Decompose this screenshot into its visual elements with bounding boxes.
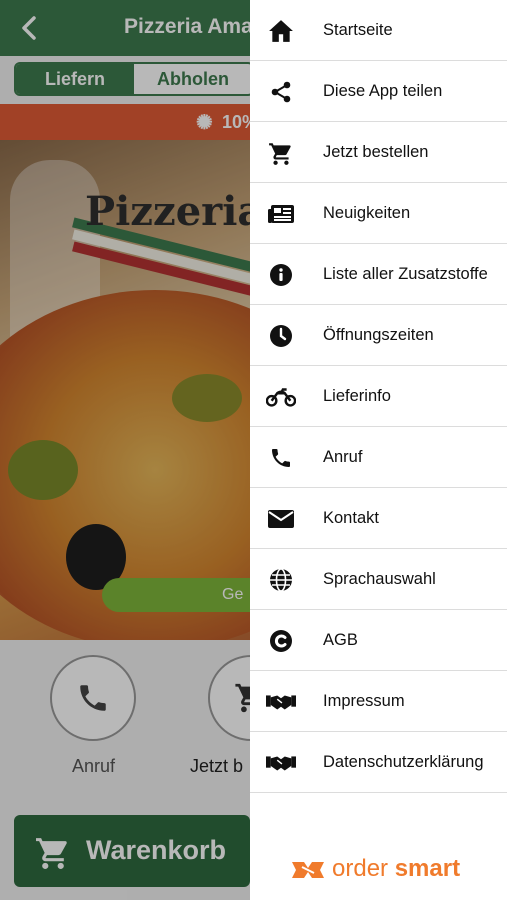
drawer-item-label: Datenschutzerklärung: [323, 753, 484, 771]
clock-icon: [266, 323, 296, 349]
brand-wordmark: order smart: [332, 855, 461, 882]
drawer-item-language[interactable]: Sprachauswahl: [250, 549, 507, 610]
drawer-item-label: Impressum: [323, 692, 405, 710]
drawer-item-label: Jetzt bestellen: [323, 143, 429, 161]
drawer-item-share[interactable]: Diese App teilen: [250, 61, 507, 122]
drawer-item-label: Anruf: [323, 448, 363, 466]
drawer-item-contact[interactable]: Kontakt: [250, 488, 507, 549]
news-icon: [266, 201, 296, 227]
drawer-item-order-now[interactable]: Jetzt bestellen: [250, 122, 507, 183]
drawer-item-call[interactable]: Anruf: [250, 427, 507, 488]
phone-icon: [266, 445, 296, 471]
share-icon: [266, 79, 296, 105]
order-smart-logo-icon: [292, 862, 324, 878]
drawer-item-delivery-info[interactable]: Lieferinfo: [250, 366, 507, 427]
cart-icon: [266, 140, 296, 166]
drawer-item-imprint[interactable]: Impressum: [250, 671, 507, 732]
globe-icon: [266, 567, 296, 593]
info-icon: [266, 262, 296, 288]
drawer-item-label: Sprachauswahl: [323, 570, 436, 588]
drawer-item-terms[interactable]: AGB: [250, 610, 507, 671]
handshake-icon: [266, 689, 296, 715]
home-icon: [266, 18, 296, 44]
navigation-drawer: Startseite Diese App teilen Jetzt bestel…: [250, 0, 507, 900]
envelope-icon: [266, 506, 296, 532]
drawer-item-privacy[interactable]: Datenschutzerklärung: [250, 732, 507, 793]
motorcycle-icon: [266, 384, 296, 410]
drawer-item-additives[interactable]: Liste aller Zusatzstoffe: [250, 244, 507, 305]
drawer-item-label: Diese App teilen: [323, 82, 443, 100]
drawer-item-label: Öffnungszeiten: [323, 326, 434, 344]
drawer-item-news[interactable]: Neuigkeiten: [250, 183, 507, 244]
drawer-item-opening-hours[interactable]: Öffnungszeiten: [250, 305, 507, 366]
drawer-item-label: Liste aller Zusatzstoffe: [323, 265, 488, 283]
drawer-item-home[interactable]: Startseite: [250, 0, 507, 61]
drawer-item-label: Lieferinfo: [323, 387, 391, 405]
drawer-item-label: Kontakt: [323, 509, 379, 527]
copyright-icon: [266, 628, 296, 654]
handshake-icon: [266, 750, 296, 776]
drawer-item-label: Startseite: [323, 21, 393, 39]
drawer-item-label: AGB: [323, 631, 358, 649]
order-smart-brand: order smart: [290, 855, 470, 885]
drawer-item-label: Neuigkeiten: [323, 204, 411, 222]
